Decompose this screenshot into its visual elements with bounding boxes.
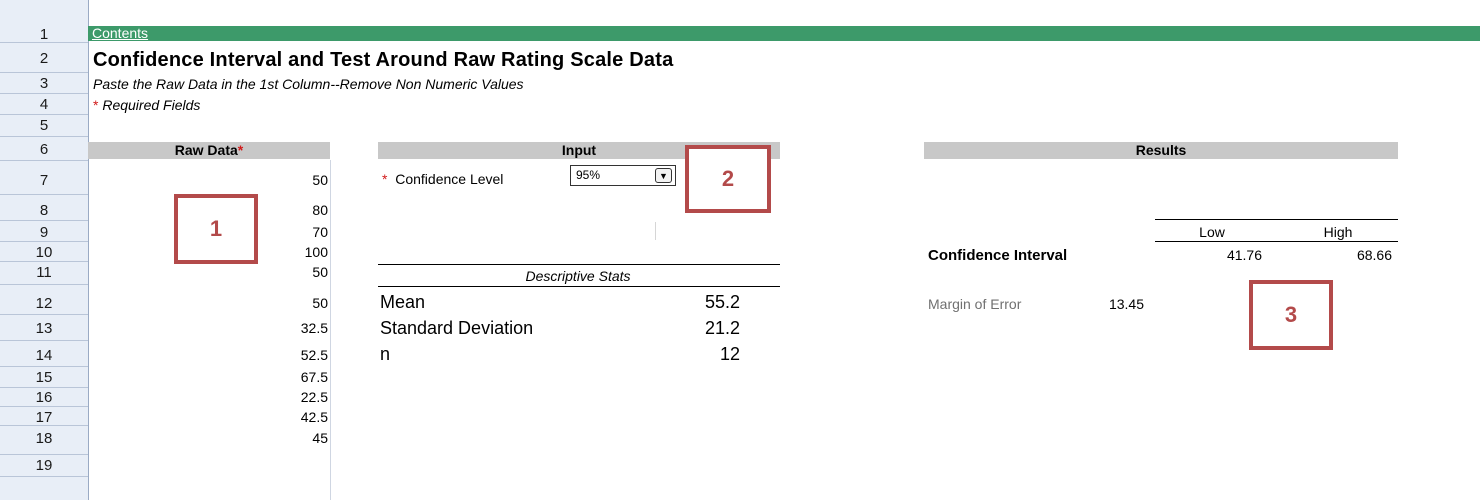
results-header: Results: [924, 142, 1398, 159]
raw-data-cell[interactable]: 42.5: [88, 409, 328, 425]
callout-2: 2: [685, 145, 771, 213]
contents-link[interactable]: Contents: [92, 25, 148, 41]
row-number[interactable]: 8: [0, 202, 88, 219]
results-top-rule: [1155, 219, 1398, 220]
confidence-level-value: 95%: [576, 168, 601, 182]
row-divider: [0, 284, 88, 285]
row-number[interactable]: 7: [0, 172, 88, 189]
contents-bar: Contents: [88, 25, 1480, 41]
row-number[interactable]: 19: [0, 457, 88, 474]
confidence-interval-label: Confidence Interval: [928, 247, 1068, 264]
row-number[interactable]: 12: [0, 295, 88, 312]
row-number[interactable]: 2: [0, 50, 88, 67]
row-number[interactable]: 16: [0, 389, 88, 406]
row-divider: [0, 42, 88, 43]
row-divider: [0, 93, 88, 94]
row-divider: [0, 160, 88, 161]
row-number[interactable]: 1: [0, 26, 88, 43]
raw-data-header-label: Raw Data: [174, 142, 238, 158]
row-divider: [0, 261, 88, 262]
n-value: 12: [719, 344, 740, 364]
row-number[interactable]: 3: [0, 75, 88, 92]
row-divider: [0, 241, 88, 242]
n-label: n: [380, 344, 391, 364]
row-divider: [0, 425, 88, 426]
required-note: * Required Fields: [93, 97, 200, 113]
row-divider: [0, 314, 88, 315]
required-star: *: [237, 142, 244, 158]
page-title: Confidence Interval and Test Around Raw …: [93, 49, 674, 71]
std-dev-label: Standard Deviation: [380, 318, 534, 338]
row-number[interactable]: 13: [0, 320, 88, 337]
callout-1: 1: [174, 194, 258, 264]
row-divider: [0, 114, 88, 115]
std-dev-value: 21.2: [704, 318, 740, 338]
high-column-label: High: [1323, 224, 1353, 240]
cell-divider: [655, 222, 656, 240]
descriptive-bottom-rule: [378, 286, 780, 287]
row-number[interactable]: 5: [0, 117, 88, 134]
ci-low-value: 41.76: [1226, 247, 1262, 263]
raw-data-cell[interactable]: 32.5: [88, 320, 328, 336]
descriptive-top-rule: [378, 264, 780, 265]
confidence-level-text: Confidence Level: [395, 171, 504, 187]
row-number[interactable]: 18: [0, 430, 88, 447]
raw-data-cell[interactable]: 50: [88, 295, 328, 311]
confidence-level-select[interactable]: 95% ▼: [570, 165, 676, 186]
raw-data-cell[interactable]: 50: [88, 172, 328, 188]
row-divider: [0, 220, 88, 221]
row-header-column: 1 2 3 4 5 6 7 8 9 10 11 12 13 14 15 16 1…: [0, 0, 89, 500]
mean-label: Mean: [380, 292, 426, 312]
dropdown-arrow-icon[interactable]: ▼: [655, 168, 672, 183]
margin-of-error-label: Margin of Error: [928, 296, 1022, 312]
ci-high-value: 68.66: [1356, 247, 1392, 263]
row-divider: [0, 72, 88, 73]
row-number[interactable]: 15: [0, 369, 88, 386]
low-column-label: Low: [1199, 224, 1225, 240]
raw-data-cell[interactable]: 50: [88, 264, 328, 280]
descriptive-stats-title: Descriptive Stats: [525, 268, 631, 284]
row-divider: [0, 194, 88, 195]
row-divider: [0, 366, 88, 367]
mean-value: 55.2: [704, 292, 740, 312]
raw-data-cell[interactable]: 22.5: [88, 389, 328, 405]
row-divider: [0, 340, 88, 341]
instructions-text: Paste the Raw Data in the 1st Column--Re…: [93, 76, 524, 92]
row-number[interactable]: 6: [0, 141, 88, 158]
row-divider: [0, 387, 88, 388]
row-number[interactable]: 17: [0, 409, 88, 426]
raw-data-cell[interactable]: 52.5: [88, 347, 328, 363]
confidence-level-label: * Confidence Level: [382, 171, 503, 187]
row-number[interactable]: 9: [0, 224, 88, 241]
row-divider: [0, 454, 88, 455]
margin-of-error-value: 13.45: [1108, 296, 1144, 312]
callout-3: 3: [1249, 280, 1333, 350]
row-divider: [0, 136, 88, 137]
raw-data-cell[interactable]: 67.5: [88, 369, 328, 385]
row-number[interactable]: 11: [0, 264, 88, 281]
row-divider: [0, 476, 88, 477]
row-number[interactable]: 4: [0, 96, 88, 113]
row-number[interactable]: 14: [0, 347, 88, 364]
row-number[interactable]: 10: [0, 244, 88, 261]
column-divider: [330, 160, 331, 500]
row-divider: [0, 406, 88, 407]
required-star: *: [382, 171, 388, 187]
required-text: Required Fields: [98, 97, 201, 113]
results-header-rule: [1155, 241, 1398, 242]
raw-data-cell[interactable]: 45: [88, 430, 328, 446]
raw-data-header: Raw Data*: [88, 142, 330, 159]
